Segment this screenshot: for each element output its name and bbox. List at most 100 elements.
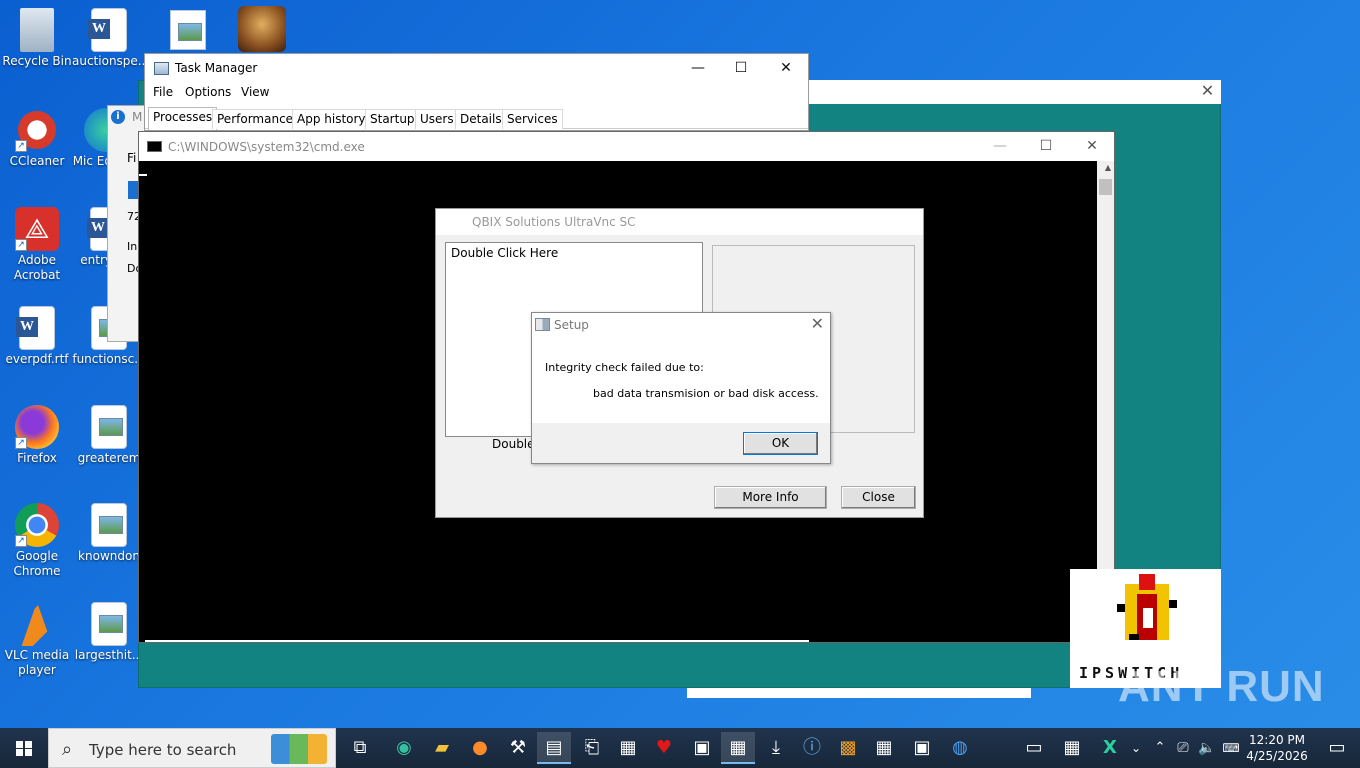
tab-users[interactable]: Users: [415, 109, 459, 129]
game-shortcut-icon[interactable]: [238, 6, 286, 52]
setup-message-area: Integrity check failed due to: bad data …: [532, 337, 830, 423]
search-highlight-icon: [271, 734, 327, 764]
desktop-icon-label: Adobe Acrobat: [13, 253, 61, 282]
recycle-bin-icon: [20, 8, 54, 52]
maximize-button[interactable]: ☐: [1023, 132, 1069, 160]
desktop-icon-auctionspe[interactable]: W auctionspe...: [72, 8, 150, 69]
hidden-line: In: [127, 240, 138, 253]
desktop-icon-recycle-bin[interactable]: Recycle Bin: [0, 8, 74, 69]
window-icon[interactable]: ▣: [905, 732, 939, 764]
close-button[interactable]: ✕: [1069, 132, 1115, 160]
cmd-titlebar: C:\WINDOWS\system32\cmd.exe — ☐ ✕: [139, 132, 1114, 161]
task-manager-tabs: Processes Performance App history Startu…: [145, 107, 808, 130]
setup-dialog[interactable]: Setup ✕ Integrity check failed due to: b…: [531, 312, 831, 464]
ccleaner-icon: ↗: [15, 108, 59, 152]
window-strip: [687, 688, 1031, 698]
start-button[interactable]: [0, 728, 48, 768]
search-icon: ⌕: [62, 739, 73, 760]
close-icon[interactable]: ✕: [1194, 80, 1221, 102]
image-file-icon: [91, 602, 127, 646]
ok-button[interactable]: OK: [743, 432, 818, 455]
tab-app-history[interactable]: App history: [292, 109, 371, 129]
tab-processes[interactable]: Processes: [148, 107, 218, 130]
desktop-icon-label: CCleaner: [9, 154, 65, 168]
desktop-icon-entry[interactable]: W entry: [72, 207, 112, 268]
taskbar-search[interactable]: ⌕ Type here to search: [48, 728, 336, 768]
info-icon[interactable]: ⓘ: [795, 732, 829, 764]
desktop-icon-ccleaner[interactable]: ↗ CCleaner: [0, 108, 74, 169]
taskbar-clock[interactable]: 12:20 PM 4/25/2026: [1240, 732, 1314, 764]
volume-icon[interactable]: 🔈: [1196, 732, 1218, 764]
network-icon[interactable]: ▦: [1055, 732, 1089, 764]
file-explorer-icon[interactable]: ▰: [425, 732, 459, 764]
search-placeholder: Type here to search: [89, 741, 237, 759]
cmd-bottom-line: [145, 640, 809, 642]
scroll-up-icon[interactable]: ▲: [1105, 163, 1111, 172]
menu-view[interactable]: View: [241, 85, 269, 99]
maximize-button[interactable]: ☐: [718, 54, 764, 82]
desktop-icon-label: Mic Ed: [72, 154, 112, 168]
tool-icon[interactable]: ⚒: [501, 732, 535, 764]
desktop-icon-chrome[interactable]: ↗ Google Chrome: [0, 503, 74, 579]
network-icon[interactable]: ▦: [611, 732, 645, 764]
desktop-icon-acrobat[interactable]: ⟁ ↗ Adobe Acrobat: [0, 207, 74, 283]
show-hidden-icons-icon[interactable]: ⌃: [1150, 732, 1170, 764]
window-icon[interactable]: ▣: [685, 732, 719, 764]
overflow-chevron-icon[interactable]: ⌄: [1126, 732, 1146, 764]
desktop-icon-edge[interactable]: Mic Ed: [72, 108, 112, 169]
x-app-icon[interactable]: X: [1093, 732, 1127, 764]
edge-icon[interactable]: ◉: [387, 732, 421, 764]
taskbar: ⌕ Type here to search ⧉ ◉ ▰ ● ⚒ ▤ ⎗ ▦ ♥ …: [0, 728, 1360, 768]
network-icon[interactable]: ▦: [867, 732, 901, 764]
acrobat-icon: ⟁ ↗: [15, 207, 59, 251]
more-info-button[interactable]: More Info: [714, 486, 827, 509]
circle-app-icon[interactable]: ◍: [943, 732, 977, 764]
minimize-button[interactable]: —: [977, 132, 1023, 160]
close-button[interactable]: ✕: [763, 54, 809, 82]
network-status-icon[interactable]: ⎚: [1172, 732, 1194, 764]
desktop-icon-label: auctionspe...: [72, 54, 150, 68]
task-manager-window[interactable]: Task Manager — ☐ ✕ File Options View Pro…: [144, 53, 809, 131]
desktop-icon-label: functionsc...: [72, 352, 146, 366]
desktop-icon-label: VLC media player: [4, 648, 70, 677]
word-doc-icon: W: [88, 8, 127, 52]
app-icon[interactable]: ⎗: [575, 732, 609, 764]
list-item[interactable]: Double Click Here: [451, 246, 697, 260]
tab-startup[interactable]: Startup: [365, 109, 420, 129]
hidden-selection: [128, 181, 138, 199]
cmd-cursor: [139, 174, 147, 176]
desktop-icon-greaterem[interactable]: greaterem: [72, 405, 146, 466]
image-file-icon: [91, 503, 127, 547]
desktop-icon-label: Recycle Bin: [2, 54, 72, 68]
desktop-icon-everpdf[interactable]: W everpdf.rtf: [0, 306, 74, 367]
network-icon[interactable]: ▦: [721, 732, 755, 764]
firefox-icon[interactable]: ●: [463, 732, 497, 764]
desktop-icon-firefox[interactable]: ↗ Firefox: [0, 405, 74, 466]
desktop-icon-knowndon[interactable]: knowndon: [72, 503, 146, 564]
tab-performance[interactable]: Performance: [212, 109, 299, 129]
cmd-icon[interactable]: ▭: [1017, 732, 1051, 764]
notification-icon[interactable]: ▭: [1314, 728, 1360, 768]
word-doc-icon: W: [16, 306, 55, 350]
clock-time: 12:20 PM: [1249, 733, 1305, 747]
close-button[interactable]: Close: [841, 486, 916, 509]
desktop-icon-vlc[interactable]: VLC media player: [0, 602, 74, 678]
close-icon[interactable]: ✕: [811, 314, 824, 333]
language-icon[interactable]: ⌨: [1220, 732, 1242, 764]
tab-services[interactable]: Services: [502, 109, 563, 129]
task-manager-icon[interactable]: ▤: [537, 732, 571, 764]
menu-file[interactable]: File: [153, 85, 173, 99]
firefox-icon: ↗: [15, 405, 59, 449]
heart-icon[interactable]: ♥: [647, 732, 681, 764]
scroll-thumb[interactable]: [1099, 179, 1112, 195]
image-icon[interactable]: ▩: [831, 732, 865, 764]
menu-options[interactable]: Options: [185, 85, 231, 99]
tab-details[interactable]: Details: [455, 109, 507, 129]
task-view-icon[interactable]: ⧉: [343, 732, 377, 764]
desktop-icon-largesthit[interactable]: largesthit...: [72, 602, 146, 663]
minimize-button[interactable]: —: [675, 54, 721, 82]
download-icon[interactable]: ⤓: [759, 732, 793, 764]
desktop-icon-label: Google Chrome: [13, 549, 61, 578]
desktop-icon-label: knowndon: [78, 549, 140, 563]
image-file-icon[interactable]: [170, 10, 206, 50]
